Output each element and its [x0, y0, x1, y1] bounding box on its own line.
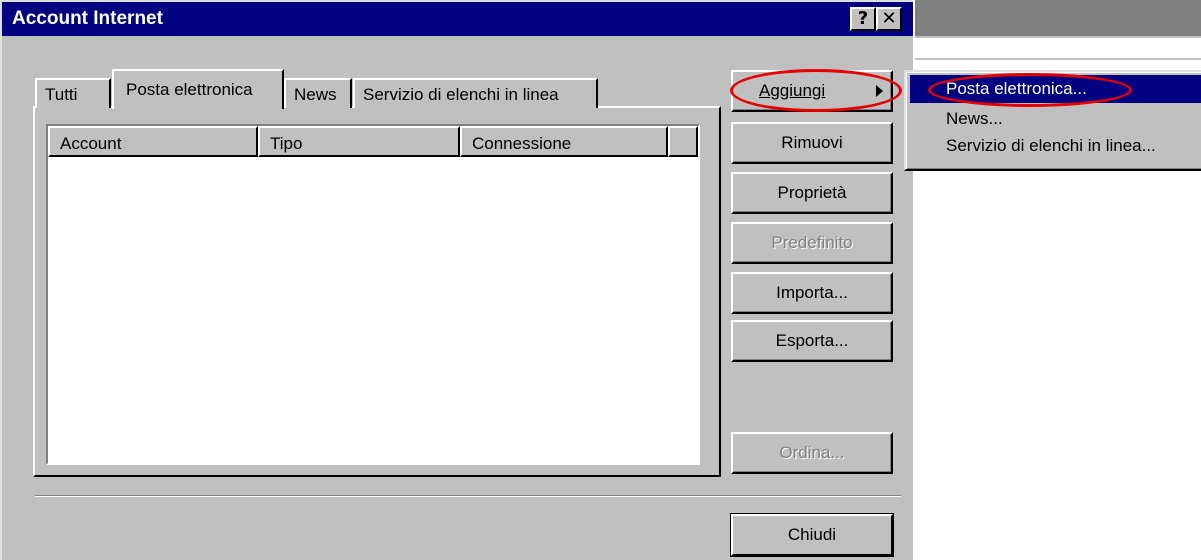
rimuovi-button[interactable]: Rimuovi — [731, 122, 893, 164]
ordina-button[interactable]: Ordina... — [731, 432, 893, 474]
menu-item-news[interactable]: News... — [910, 105, 1201, 133]
column-header-tipo[interactable]: Tipo — [258, 126, 460, 157]
aggiungi-button[interactable]: Aggiungi — [731, 70, 893, 112]
account-internet-dialog: Account Internet ? ✕ Tutti Posta elettro… — [0, 0, 913, 560]
background-window-strip — [915, 38, 1201, 60]
column-header-account[interactable]: Account — [48, 126, 258, 157]
background-window-titlebar — [915, 0, 1201, 38]
aggiungi-submenu: Posta elettronica... News... Servizio di… — [904, 70, 1201, 171]
aggiungi-label: Aggiungi — [759, 81, 826, 100]
tab-posta-elettronica[interactable]: Posta elettronica — [112, 69, 284, 109]
accounts-list[interactable]: Account Tipo Connessione — [46, 124, 700, 465]
column-header-empty[interactable] — [668, 126, 698, 157]
window-title: Account Internet — [12, 8, 163, 29]
predefinito-button[interactable]: Predefinito — [731, 222, 893, 264]
menu-item-servizio-elenchi[interactable]: Servizio di elenchi in linea... — [910, 132, 1201, 160]
menu-item-posta-elettronica[interactable]: Posta elettronica... — [910, 75, 1201, 103]
tab-tutti[interactable]: Tutti — [35, 78, 111, 108]
chiudi-button[interactable]: Chiudi — [731, 514, 893, 556]
help-button[interactable]: ? — [850, 7, 876, 31]
proprieta-button[interactable]: Proprietà — [731, 172, 893, 214]
separator-line — [35, 495, 901, 497]
tab-news[interactable]: News — [284, 78, 352, 108]
title-bar[interactable]: Account Internet ? ✕ — [2, 2, 913, 36]
esporta-button[interactable]: Esporta... — [731, 320, 893, 362]
tab-servizio-elenchi[interactable]: Servizio di elenchi in linea — [353, 78, 598, 108]
submenu-arrow-icon — [876, 85, 883, 97]
close-button[interactable]: ✕ — [876, 7, 902, 31]
importa-button[interactable]: Importa... — [731, 272, 893, 314]
column-header-connessione[interactable]: Connessione — [460, 126, 668, 157]
list-header: Account Tipo Connessione — [48, 126, 698, 157]
